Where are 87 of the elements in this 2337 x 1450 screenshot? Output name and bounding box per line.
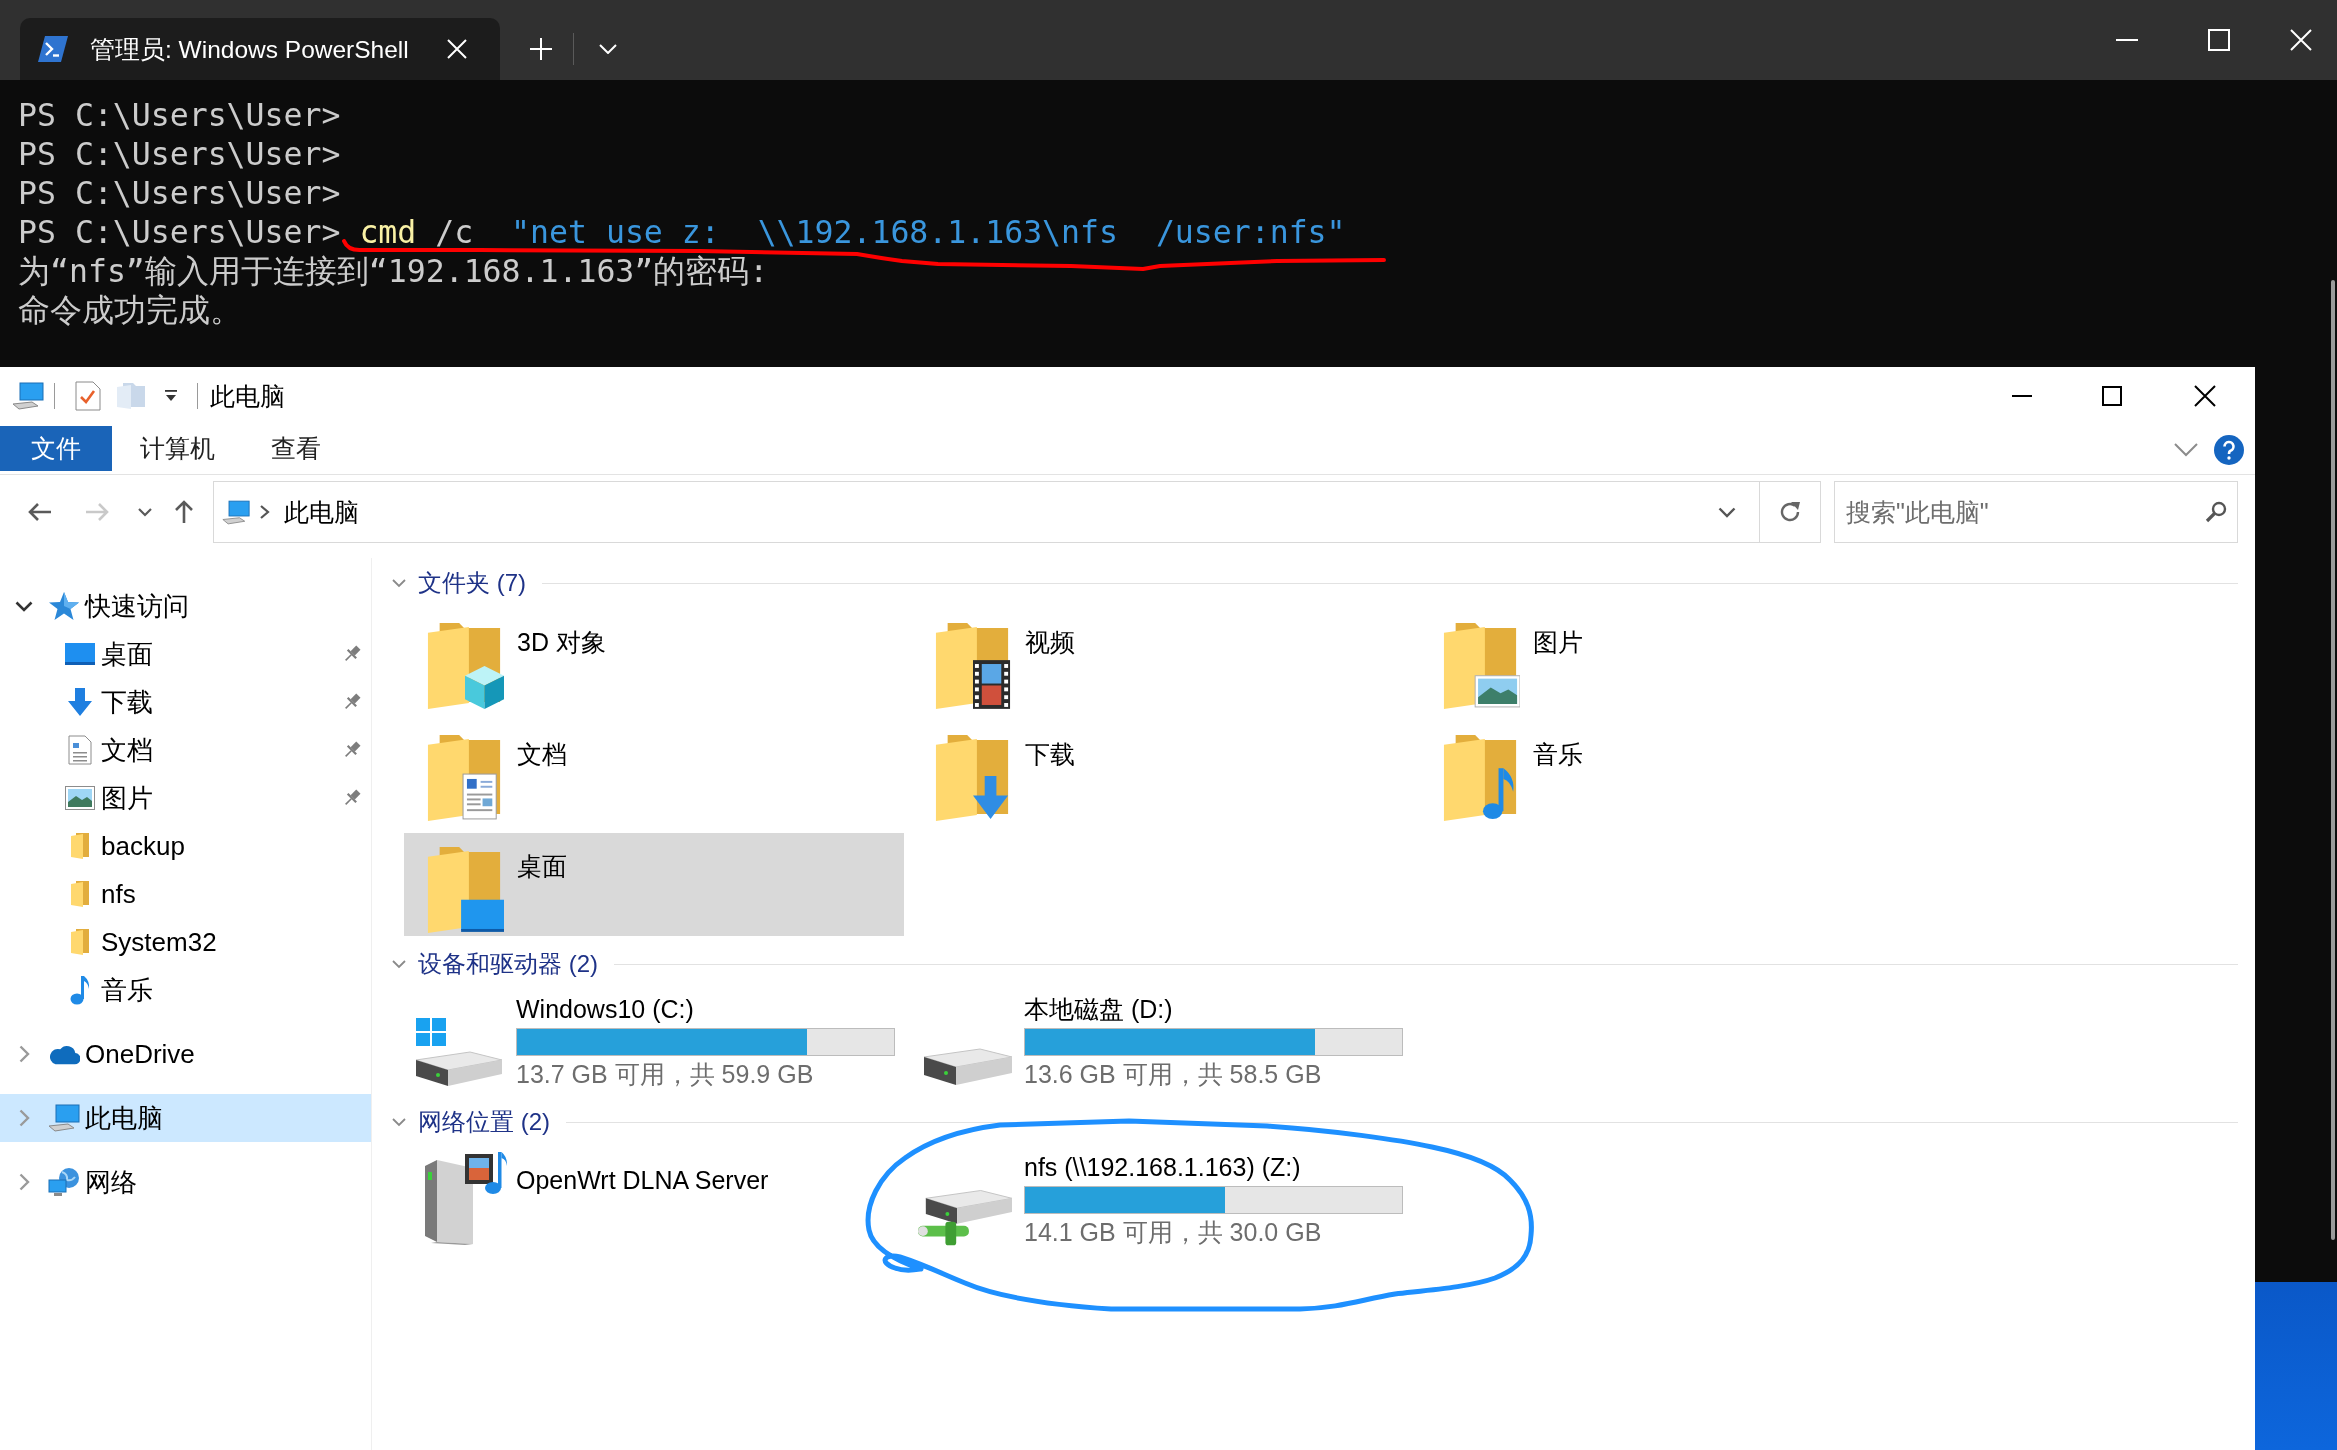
ribbon-tab[interactable]: 查看 — [243, 426, 349, 471]
expand-chevron-icon[interactable] — [18, 1173, 30, 1191]
computer-icon[interactable] — [12, 382, 44, 410]
storage-usage-text: 13.6 GB 可用，共 58.5 GB — [1024, 1059, 1322, 1089]
sidebar-item[interactable]: 文档 — [0, 726, 371, 774]
drive-name: Windows10 (C:) — [516, 994, 694, 1024]
customize-dropdown-icon[interactable] — [163, 389, 179, 403]
expand-ribbon-chevron-icon[interactable] — [2174, 442, 2198, 457]
sidebar-item[interactable]: 桌面 — [0, 630, 371, 678]
address-bar[interactable]: 此电脑 — [213, 481, 1760, 543]
media-server-tile[interactable]: OpenWrt DLNA Server — [404, 1148, 904, 1252]
sidebar-item[interactable]: nfs — [0, 870, 371, 918]
folder-film-icon — [934, 621, 1012, 709]
desktop-icon — [65, 643, 95, 665]
sidebar-item[interactable]: OneDrive — [0, 1030, 371, 1078]
document-icon — [68, 735, 92, 765]
folder-tile[interactable]: 桌面 — [404, 833, 904, 936]
terminal-line: 为“nfs”输入用于连接到“192.168.1.163”的密码: — [18, 252, 769, 291]
terminal-tab[interactable]: 管理员: Windows PowerShell — [20, 18, 500, 80]
sidebar-item[interactable]: 下载 — [0, 678, 371, 726]
storage-usage-text: 14.1 GB 可用，共 30.0 GB — [1024, 1217, 1322, 1247]
folder-tile[interactable]: 视频 — [912, 609, 1412, 712]
drive-tile[interactable]: Windows10 (C:) 13.7 GB 可用，共 59.9 GB — [404, 990, 904, 1094]
drive-name: 本地磁盘 (D:) — [1024, 994, 1173, 1024]
up-arrow-icon[interactable] — [174, 500, 194, 524]
terminal-line: PS C:\Users\User> — [18, 135, 341, 174]
scrollbar-thumb[interactable] — [2331, 280, 2335, 1240]
folder-icon — [71, 929, 89, 955]
folder-icon — [71, 833, 89, 859]
sidebar-item[interactable]: 图片 — [0, 774, 371, 822]
folder-tile[interactable]: 图片 — [1420, 609, 1920, 712]
maximize-icon[interactable] — [2102, 386, 2122, 406]
chevron-down-icon[interactable] — [599, 44, 617, 54]
folder-tile[interactable]: 文档 — [404, 721, 904, 824]
terminal-line: PS C:\Users\User> — [18, 96, 341, 135]
group-header[interactable]: 文件夹 (7) — [418, 567, 526, 599]
folder-tile[interactable]: 音乐 — [1420, 721, 1920, 824]
sidebar-item[interactable]: 快速访问 — [0, 582, 371, 630]
close-icon[interactable] — [2194, 385, 2216, 407]
computer-icon — [222, 499, 250, 525]
powershell-icon — [38, 36, 68, 62]
window-title: 此电脑 — [210, 380, 285, 412]
folder-icon — [71, 881, 89, 907]
breadcrumb-chevron-icon[interactable] — [259, 504, 271, 520]
music-note-icon — [70, 975, 90, 1005]
sidebar-item[interactable]: backup — [0, 822, 371, 870]
download-arrow-icon — [68, 688, 92, 716]
properties-check-icon[interactable] — [75, 381, 101, 411]
folder-cube-icon — [426, 621, 504, 709]
group-header[interactable]: 设备和驱动器 (2) — [418, 948, 598, 980]
storage-usage-text: 13.7 GB 可用，共 59.9 GB — [516, 1059, 814, 1089]
folder-picture-icon — [1442, 621, 1520, 709]
folder-tile[interactable]: 3D 对象 — [404, 609, 904, 712]
picture-icon — [65, 786, 95, 810]
new-tab-plus-icon[interactable] — [530, 38, 552, 60]
sidebar-item[interactable]: 网络 — [0, 1158, 371, 1206]
ribbon-tab[interactable]: 计算机 — [112, 426, 243, 471]
sidebar-item[interactable]: 此电脑 — [0, 1094, 371, 1142]
group-header[interactable]: 网络位置 (2) — [418, 1106, 550, 1138]
windows-drive-icon — [416, 1018, 502, 1086]
breadcrumb-item[interactable]: 此电脑 — [284, 495, 359, 529]
refresh-icon — [1778, 500, 1802, 524]
drive-tile[interactable]: 本地磁盘 (D:) 13.6 GB 可用，共 58.5 GB — [912, 990, 1412, 1094]
star-icon — [49, 592, 79, 620]
back-arrow-icon[interactable] — [28, 502, 52, 522]
folder-tile[interactable]: 下载 — [912, 721, 1412, 824]
terminal-line: PS C:\Users\User> — [18, 174, 341, 213]
network-icon — [48, 1167, 80, 1197]
terminal-line: PS C:\Users\User> cmd /c "net use z: \\192.168.1.163\nfs /user:nfs" — [18, 213, 1346, 252]
media-server-icon — [425, 1150, 507, 1245]
collapse-chevron-icon[interactable] — [15, 600, 33, 612]
address-dropdown-chevron-icon[interactable] — [1718, 506, 1736, 518]
cloud-icon — [48, 1043, 80, 1065]
search-icon[interactable] — [2205, 501, 2227, 523]
drive-name: nfs (\\192.168.1.163) (Z:) — [1024, 1152, 1301, 1182]
terminal-line: 命令成功完成。 — [18, 291, 242, 330]
close-tab-icon[interactable] — [447, 39, 467, 59]
recent-locations-chevron-icon[interactable] — [138, 507, 152, 517]
refresh-button[interactable] — [1760, 481, 1821, 543]
sidebar-item[interactable]: 音乐 — [0, 966, 371, 1014]
computer-icon — [48, 1104, 80, 1132]
search-field[interactable]: 搜索"此电脑" — [1834, 481, 2238, 543]
sidebar-item[interactable]: System32 — [0, 918, 371, 966]
help-icon[interactable] — [2214, 434, 2244, 465]
folder-desktop-icon — [426, 845, 504, 933]
expand-chevron-icon[interactable] — [18, 1045, 30, 1063]
file-menu-tab[interactable]: 文件 — [0, 426, 112, 471]
